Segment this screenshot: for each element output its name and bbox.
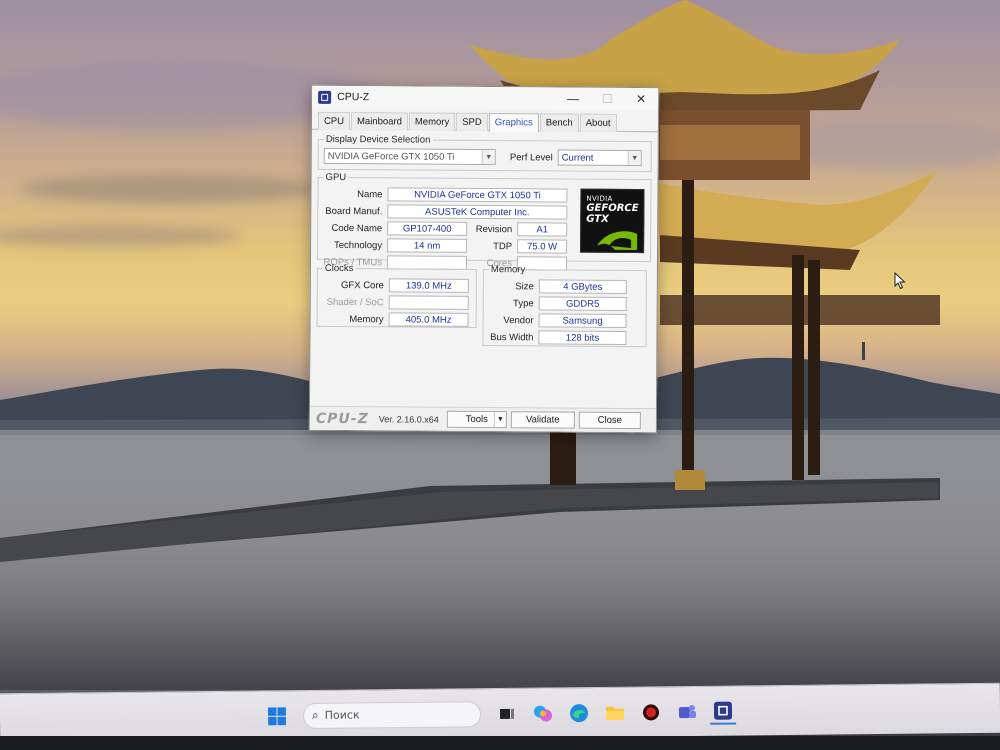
memory-legend: Memory	[490, 264, 526, 276]
monitor-bezel	[0, 736, 1000, 750]
gpu-name-label: Name	[357, 188, 383, 200]
cpuz-app-icon	[318, 90, 332, 104]
windows-start-icon[interactable]	[264, 703, 290, 729]
edge-icon[interactable]	[566, 700, 592, 726]
gpu-legend: GPU	[325, 171, 347, 184]
taskbar-search-box[interactable]: ⌕ Поиск	[302, 700, 482, 729]
gfx-core-label: GFX Core	[341, 279, 384, 291]
memory-size-label: Size	[515, 280, 534, 292]
cpuz-brand-logo: CPU-Z	[315, 410, 369, 427]
gpu-name-value: NVIDIA GeForce GTX 1050 Ti	[387, 187, 568, 203]
technology-label: Technology	[333, 239, 383, 251]
bus-width-value: 128 bits	[538, 330, 627, 345]
chevron-down-icon[interactable]: ▼	[493, 412, 506, 428]
memory-type-value: GDDR5	[538, 296, 627, 311]
device-select[interactable]: NVIDIA GeForce GTX 1050 Ti ▼	[323, 147, 496, 166]
cpuz-taskbar-icon[interactable]	[709, 698, 737, 725]
graphics-panel: Display Device Selection NVIDIA GeForce …	[310, 130, 658, 351]
title-bar[interactable]: CPU-Z — ☐ ✕	[312, 85, 659, 111]
tab-mainboard[interactable]: Mainboard	[350, 112, 408, 131]
shader-soc-label: Shader / SoC	[326, 296, 384, 308]
clocks-group: Clocks GFX Core 139.0 MHz Shader / SoC M…	[316, 262, 477, 328]
validate-button[interactable]: Validate	[510, 411, 575, 429]
logo-line-gtx: GTX	[586, 213, 609, 225]
nvidia-geforce-gtx-logo: NVIDIA GEFORCE GTX	[580, 188, 645, 254]
maximize-button[interactable]: ☐	[590, 88, 624, 110]
window-title: CPU-Z	[337, 90, 370, 104]
minimize-button[interactable]: —	[556, 87, 590, 109]
search-icon: ⌕	[311, 707, 319, 722]
perf-level-value: Current	[561, 152, 594, 164]
bus-width-label: Bus Width	[490, 331, 534, 343]
task-view-icon[interactable]	[494, 700, 520, 726]
perf-level-select[interactable]: Current ▼	[557, 149, 642, 167]
board-manuf-value: ASUSTeK Computer Inc.	[387, 204, 568, 220]
search-placeholder: Поиск	[324, 708, 360, 722]
revision-label: Revision	[475, 223, 513, 235]
tab-bench[interactable]: Bench	[539, 113, 579, 132]
code-name-value: GP107-400	[387, 221, 468, 236]
app-red-icon[interactable]	[638, 699, 664, 725]
tab-cpu[interactable]: CPU	[317, 111, 351, 131]
tools-button-label: Tools	[465, 413, 488, 426]
tab-bar: CPU Mainboard Memory SPD Graphics Bench …	[311, 107, 659, 133]
gpu-group: GPU Name NVIDIA GeForce GTX 1050 Ti Boar…	[316, 171, 652, 271]
tab-about[interactable]: About	[579, 113, 617, 132]
code-name-label: Code Name	[331, 222, 383, 234]
version-label: Ver. 2.16.0.x64	[378, 413, 439, 425]
cloud	[0, 225, 240, 247]
memory-vendor-label: Vendor	[503, 314, 534, 326]
memory-group: Memory Size 4 GBytes Type GDDR5 Vendor S…	[482, 263, 647, 348]
board-manuf-label: Board Manuf.	[325, 205, 383, 217]
tab-spd[interactable]: SPD	[456, 112, 488, 132]
file-explorer-icon[interactable]	[602, 699, 628, 725]
copilot-icon[interactable]	[530, 700, 556, 726]
cloud	[20, 175, 320, 203]
memory-vendor-value: Samsung	[538, 313, 627, 328]
mouse-cursor-icon	[894, 272, 906, 290]
revision-value: A1	[517, 222, 568, 237]
teams-icon[interactable]	[674, 698, 700, 724]
display-device-legend: Display Device Selection	[325, 133, 431, 146]
device-select-value: NVIDIA GeForce GTX 1050 Ti	[327, 150, 455, 163]
shader-soc-value	[388, 295, 469, 310]
chevron-down-icon: ▼	[481, 149, 495, 165]
tdp-value: 75.0 W	[517, 239, 568, 254]
tdp-label: TDP	[493, 240, 513, 252]
display-device-group: Display Device Selection NVIDIA GeForce …	[317, 133, 652, 173]
memory-clock-label: Memory	[349, 313, 384, 325]
technology-value: 14 nm	[387, 238, 468, 253]
close-button[interactable]: Close	[578, 411, 641, 430]
chevron-down-icon: ▼	[627, 151, 641, 166]
tools-button[interactable]: Tools ▼	[446, 410, 507, 429]
logo-line-nvidia: NVIDIA	[586, 194, 613, 203]
close-window-button[interactable]: ✕	[624, 88, 658, 110]
logo-line-geforce: GEFORCE	[586, 202, 639, 215]
cpuz-window[interactable]: CPU-Z — ☐ ✕ CPU Mainboard Memory SPD Gra…	[308, 84, 660, 434]
memory-size-value: 4 GBytes	[538, 279, 627, 294]
window-footer: CPU-Z Ver. 2.16.0.x64 Tools ▼ Validate C…	[309, 405, 656, 433]
clocks-legend: Clocks	[324, 262, 354, 275]
perf-level-label: Perf Level	[509, 151, 553, 163]
gfx-core-value: 139.0 MHz	[388, 278, 469, 293]
nvidia-eye-icon	[597, 231, 638, 251]
memory-type-label: Type	[513, 297, 534, 309]
tab-graphics[interactable]: Graphics	[488, 113, 539, 133]
taskbar: ⌕ Поиск	[0, 682, 1000, 744]
memory-clock-value: 405.0 MHz	[388, 312, 469, 327]
tab-memory[interactable]: Memory	[408, 112, 456, 131]
